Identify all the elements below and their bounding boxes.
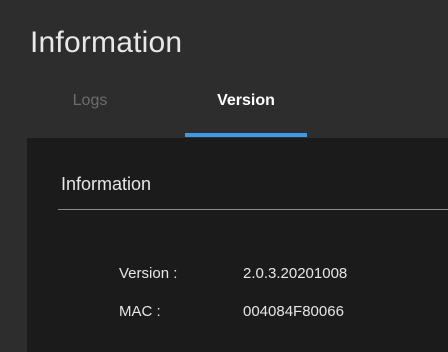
mac-value: 004084F80066	[243, 303, 344, 320]
information-panel: Information Version : 2.0.3.20201008 MAC…	[27, 138, 448, 352]
tab-bar: Logs Version	[0, 84, 448, 140]
panel-divider	[58, 209, 448, 210]
tab-version[interactable]: Version	[185, 84, 307, 140]
version-label: Version :	[119, 265, 178, 282]
version-value: 2.0.3.20201008	[243, 265, 348, 282]
tab-logs[interactable]: Logs	[52, 84, 128, 140]
active-tab-indicator	[185, 133, 307, 137]
page-title: Information	[30, 26, 183, 59]
panel-title: Information	[61, 174, 152, 194]
mac-label: MAC :	[119, 303, 161, 320]
